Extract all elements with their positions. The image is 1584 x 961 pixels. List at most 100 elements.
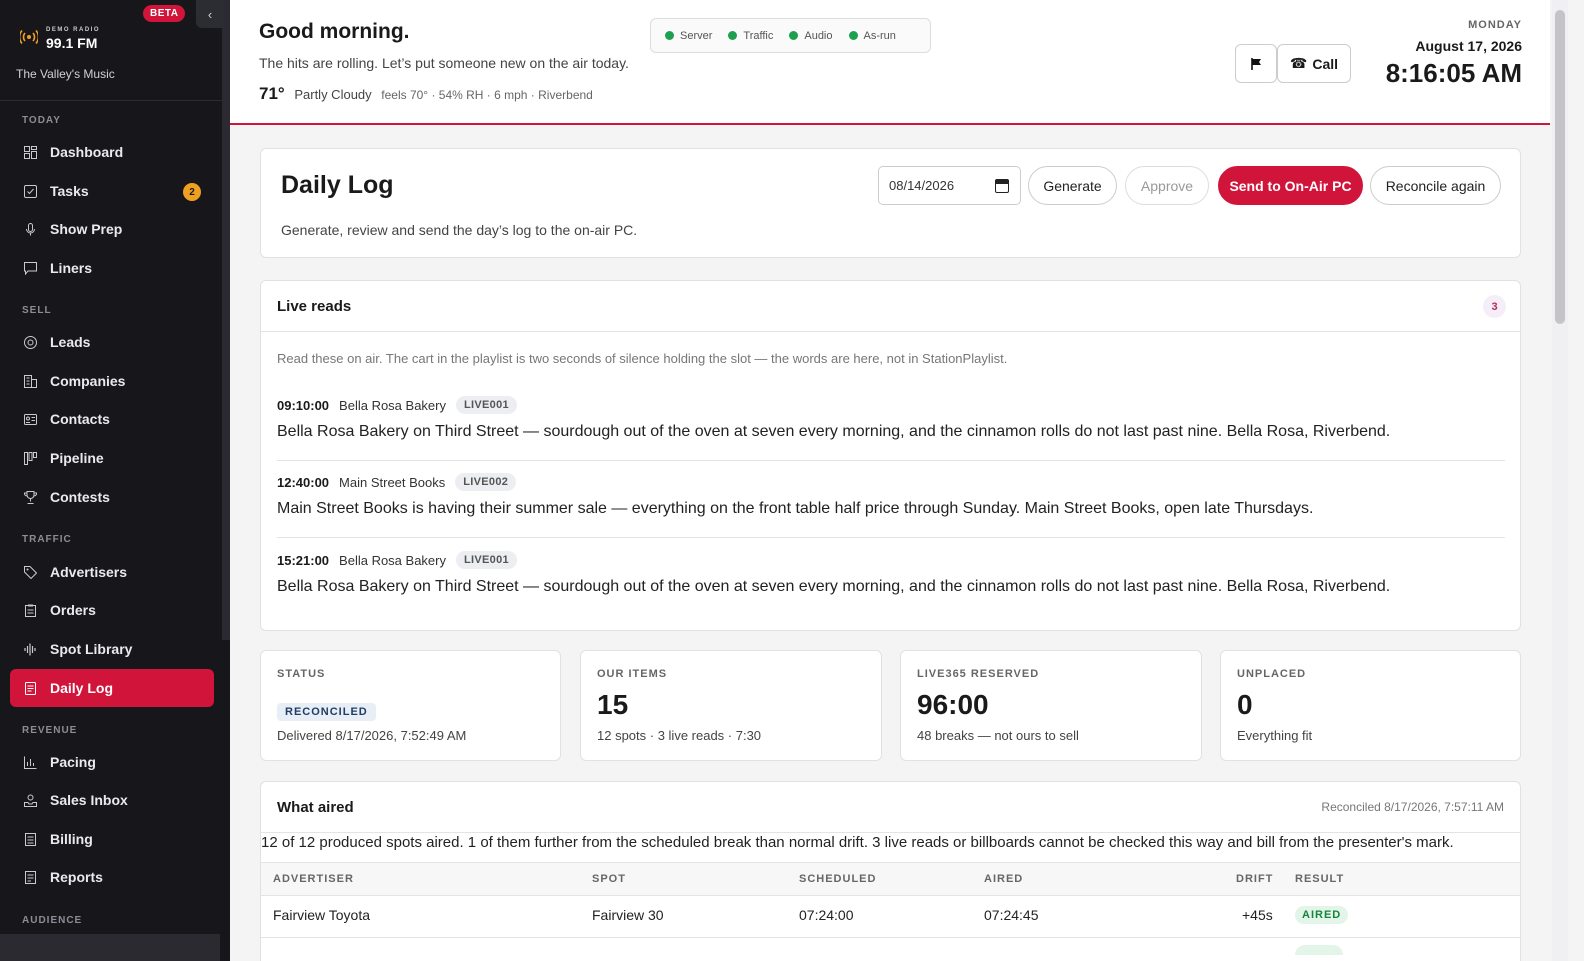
status-audio: Audio (789, 29, 833, 42)
status-card: STATUS RECONCILED Delivered 8/17/2026, 7… (260, 650, 561, 761)
live-read-advertiser: Bella Rosa Bakery (339, 397, 446, 413)
kanban-icon (23, 451, 37, 465)
sidebar-item-pipeline[interactable]: Pipeline (10, 439, 214, 477)
sidebar-item-dashboard[interactable]: Dashboard (10, 133, 214, 171)
sidebar-item-contests[interactable]: Contests (10, 478, 214, 516)
call-label: Call (1312, 55, 1339, 72)
sidebar-item-leads[interactable]: Leads (10, 323, 214, 361)
live-read-copy: Bella Rosa Bakery on Third Street — sour… (277, 578, 1391, 595)
sidebar-item-advertisers[interactable]: Advertisers (10, 553, 214, 591)
page-scrollbar[interactable] (1552, 0, 1568, 961)
live-read-time: 12:40:00 (277, 474, 330, 490)
sidebar-scrollbar[interactable] (222, 0, 230, 640)
log-date-input[interactable]: 08/14/2026 (878, 166, 1021, 205)
sidebar-item-contacts[interactable]: Contacts (10, 400, 214, 438)
sidebar-item-sales-inbox[interactable]: Sales Inbox (10, 781, 214, 819)
sidebar-item-spot-library[interactable]: Spot Library (10, 630, 214, 668)
audio-wave-icon (23, 642, 37, 656)
send-to-on-air-button[interactable]: Send to On-Air PC (1218, 166, 1363, 205)
status-dot-icon (789, 31, 799, 40)
table-header: ADVERTISER SPOT SCHEDULED AIRED DRIFT RE… (261, 862, 1520, 896)
tasks-count-badge: 2 (183, 183, 201, 201)
calendar-icon[interactable] (995, 179, 1009, 193)
sidebar-item-label: Pacing (50, 754, 96, 770)
status-label: As-run (863, 29, 896, 42)
table-row-divider (261, 937, 1520, 938)
approve-button[interactable]: Approve (1125, 166, 1209, 205)
station-frequency: 99.1 FM (46, 35, 98, 51)
reserved-value: 96:00 (917, 689, 989, 720)
weather-temperature: 71° (259, 84, 285, 103)
column-header-result[interactable]: RESULT (1295, 873, 1344, 885)
live-read-divider (277, 537, 1505, 538)
status-badge: RECONCILED (277, 703, 376, 721)
collapse-sidebar-button[interactable]: ‹ (196, 0, 224, 28)
status-dot-icon (848, 31, 858, 40)
live-read-advertiser: Main Street Books (339, 474, 446, 490)
status-label: STATUS (277, 668, 326, 680)
log-date-value: 08/14/2026 (889, 178, 955, 193)
sidebar-item-orders[interactable]: Orders (10, 591, 214, 629)
sidebar-item-label: Show Prep (50, 221, 123, 237)
page-scrollbar-thumb[interactable] (1555, 10, 1565, 324)
unplaced-label: UNPLACED (1237, 668, 1307, 680)
status-as-run: As-run (848, 29, 896, 42)
weather-line: 71° Partly Cloudy feels 70° · 54% RH · 6… (259, 84, 593, 104)
what-aired-summary: 12 of 12 produced spots aired. 1 of them… (261, 834, 1454, 851)
chevron-left-icon: ‹ (207, 6, 213, 22)
live-read-divider (277, 460, 1505, 461)
result-badge-partial (1295, 945, 1343, 955)
sidebar: DEMO RADIO 99.1 FM BETA ‹ The Valley's M… (0, 0, 230, 961)
sidebar-item-label: Tasks (50, 183, 89, 199)
sidebar-item-label: Billing (50, 831, 93, 847)
live-reads-title: Live reads (277, 298, 352, 315)
reserved-card: LIVE365 RESERVED 96:00 48 breaks — not o… (900, 650, 1202, 761)
our-items-card: OUR ITEMS 15 12 spots · 3 live reads · 7… (580, 650, 882, 761)
column-header-aired[interactable]: AIRED (984, 873, 1023, 885)
column-header-spot[interactable]: SPOT (592, 873, 626, 885)
status-label: Audio (804, 29, 833, 42)
sidebar-item-label: Dashboard (50, 144, 124, 160)
sidebar-item-label: Daily Log (50, 680, 114, 696)
sidebar-item-reports[interactable]: Reports (10, 858, 214, 896)
sidebar-item-label: Reports (50, 869, 103, 885)
sidebar-next-item[interactable] (0, 934, 220, 961)
sidebar-item-label: Contacts (50, 411, 110, 427)
checkbox-icon (23, 184, 37, 198)
sidebar-item-billing[interactable]: Billing (10, 820, 214, 858)
station-tagline: The Valley's Music (16, 67, 115, 81)
section-divider (261, 832, 1520, 833)
sidebar-item-companies[interactable]: Companies (10, 362, 214, 400)
broadcast-icon (20, 29, 38, 45)
generate-button[interactable]: Generate (1028, 166, 1117, 205)
flag-button[interactable] (1235, 44, 1277, 83)
sidebar-item-daily-log[interactable]: Daily Log (10, 669, 214, 707)
weather-condition: Partly Cloudy (294, 87, 372, 102)
unplaced-detail: Everything fit (1237, 728, 1313, 743)
sidebar-item-pacing[interactable]: Pacing (10, 743, 214, 781)
current-day: MONDAY (1468, 19, 1522, 31)
page-subtitle: Generate, review and send the day’s log … (281, 222, 638, 238)
sidebar-item-tasks[interactable]: Tasks 2 (10, 172, 214, 210)
section-audience: AUDIENCE (22, 915, 83, 926)
column-header-advertiser[interactable]: ADVERTISER (273, 873, 354, 885)
live-read-item: 12:40:00 Main Street Books LIVE002 Main … (277, 471, 1505, 518)
our-items-value: 15 (597, 689, 629, 720)
sidebar-item-liners[interactable]: Liners (10, 249, 214, 287)
column-header-scheduled[interactable]: SCHEDULED (799, 873, 876, 885)
cell-scheduled: 07:24:00 (799, 907, 854, 923)
weather-details: feels 70° · 54% RH · 6 mph · Riverbend (381, 88, 593, 102)
status-label: Server (680, 29, 713, 42)
sidebar-item-label: Advertisers (50, 564, 128, 580)
bar-chart-icon (23, 755, 37, 769)
status-traffic: Traffic (728, 30, 773, 42)
column-header-drift[interactable]: DRIFT (1236, 873, 1273, 885)
sidebar-item-show-prep[interactable]: Show Prep (10, 210, 214, 248)
live-reads-header: Live reads 3 (261, 281, 1520, 332)
beta-badge: BETA (143, 5, 186, 22)
daily-log-card: Daily Log Generate, review and send the … (260, 148, 1521, 258)
call-button[interactable]: ☎ Call (1277, 44, 1351, 83)
current-date: August 17, 2026 (1415, 38, 1522, 54)
sidebar-item-label: Orders (50, 602, 96, 618)
reconcile-again-button[interactable]: Reconcile again (1370, 166, 1501, 205)
